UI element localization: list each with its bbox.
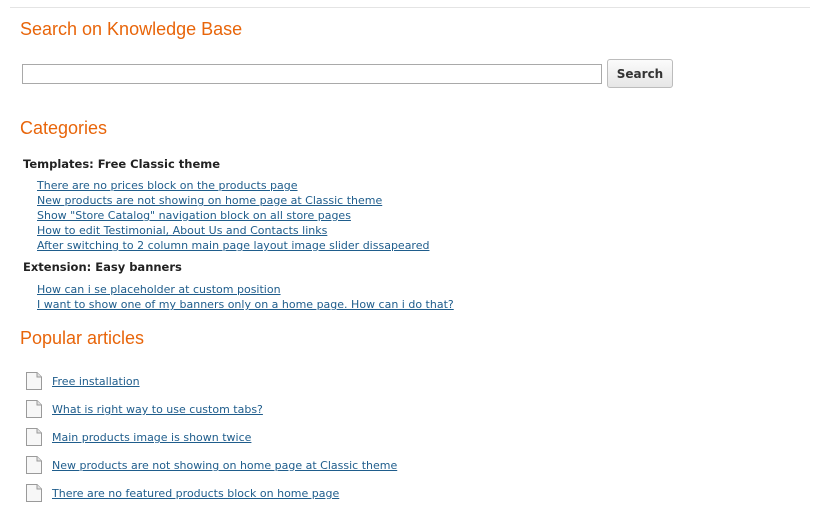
popular-article-link[interactable]: There are no featured products block on … — [52, 487, 339, 500]
document-icon — [26, 400, 42, 418]
list-item: I want to show one of my banners only on… — [37, 295, 454, 311]
list-item: How can i se placeholder at custom posit… — [37, 280, 454, 296]
document-icon — [26, 484, 42, 502]
category-links-templates: There are no prices block on the product… — [37, 176, 429, 252]
popular-article-link[interactable]: New products are not showing on home pag… — [52, 459, 397, 472]
popular-articles-heading: Popular articles — [20, 328, 145, 348]
popular-article-link[interactable]: Main products image is shown twice — [52, 431, 251, 444]
list-item: How to edit Testimonial, About Us and Co… — [37, 221, 429, 237]
category-article-link[interactable]: I want to show one of my banners only on… — [37, 298, 454, 311]
search-button[interactable]: Search — [607, 59, 673, 88]
document-icon — [26, 372, 42, 390]
top-divider — [10, 7, 810, 8]
document-icon — [26, 456, 42, 474]
list-item: There are no prices block on the product… — [37, 176, 429, 192]
category-links-easy-banners: How can i se placeholder at custom posit… — [37, 280, 454, 311]
document-icon — [26, 428, 42, 446]
popular-article-link[interactable]: Free installation — [52, 375, 140, 388]
list-item: Show "Store Catalog" navigation block on… — [37, 206, 429, 222]
search-input[interactable] — [22, 64, 602, 84]
categories-heading: Categories — [20, 118, 108, 138]
list-item: After switching to 2 column main page la… — [37, 236, 429, 252]
search-heading: Search on Knowledge Base — [20, 19, 243, 39]
list-item: New products are not showing on home pag… — [37, 191, 429, 207]
category-title-templates: Templates: Free Classic theme — [23, 157, 221, 171]
category-article-link[interactable]: After switching to 2 column main page la… — [37, 239, 429, 252]
popular-article-link[interactable]: What is right way to use custom tabs? — [52, 403, 263, 416]
category-title-easy-banners: Extension: Easy banners — [23, 260, 182, 274]
